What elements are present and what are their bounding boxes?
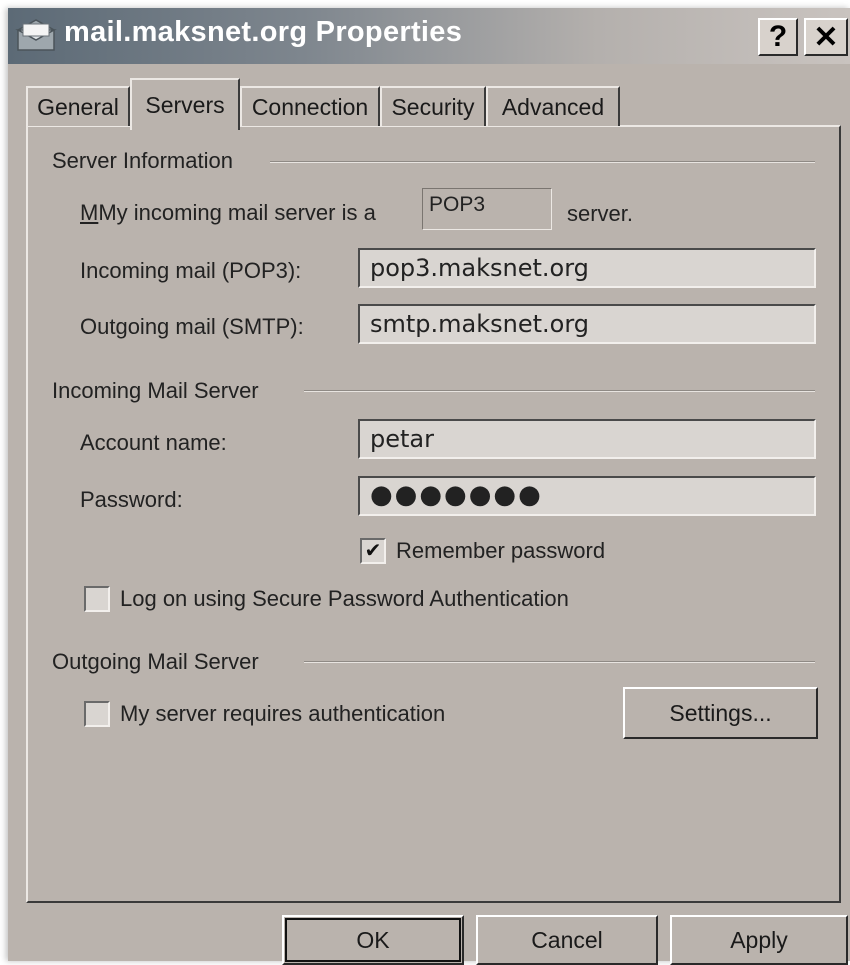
checkmark-icon: ✔: [364, 540, 382, 562]
outgoing-mail-server-heading: Outgoing Mail Server: [52, 649, 259, 674]
tab-advanced[interactable]: Advanced: [486, 86, 620, 126]
group-divider: [304, 661, 815, 663]
incoming-mail-label: Incoming mail (POP3):: [80, 258, 302, 283]
outgoing-mail-label: Outgoing mail (SMTP):: [80, 314, 304, 339]
apply-button[interactable]: Apply: [670, 915, 848, 965]
mail-account-icon: [15, 19, 57, 51]
window-title: mail.maksnet.org Properties: [64, 16, 463, 48]
tab-connection[interactable]: Connection: [240, 86, 380, 126]
incoming-type-label: MMy incoming mail server is a: [80, 200, 376, 225]
incoming-mail-field[interactable]: pop3.maksnet.org: [358, 248, 816, 288]
tab-general[interactable]: General: [26, 86, 130, 126]
remember-password-checkbox[interactable]: ✔: [360, 538, 386, 564]
outgoing-mail-field[interactable]: smtp.maksnet.org: [358, 304, 816, 344]
help-button[interactable]: ?: [758, 18, 798, 56]
group-divider: [304, 390, 815, 392]
close-icon: ✕: [813, 20, 839, 54]
spa-label: Log on using Secure Password Authenticat…: [120, 586, 569, 611]
password-label: Password:: [80, 487, 183, 512]
tab-servers[interactable]: Servers: [130, 78, 240, 130]
account-name-field[interactable]: petar: [358, 419, 816, 459]
settings-button[interactable]: Settings...: [623, 687, 818, 739]
ok-button[interactable]: OK: [282, 915, 464, 965]
close-button[interactable]: ✕: [804, 18, 848, 56]
tab-security[interactable]: Security: [380, 86, 486, 126]
requires-auth-label: My server requires authentication: [120, 701, 446, 726]
cancel-button[interactable]: Cancel: [476, 915, 658, 965]
password-field[interactable]: ●●●●●●●: [358, 476, 816, 516]
incoming-type-suffix: server.: [567, 201, 634, 226]
requires-auth-checkbox[interactable]: [84, 701, 110, 727]
title-bar[interactable]: mail.maksnet.org Properties ? ✕: [8, 8, 850, 64]
incoming-server-type-box: POP3: [422, 188, 552, 230]
remember-password-label: Remember password: [396, 538, 606, 563]
spa-checkbox[interactable]: [84, 586, 110, 612]
group-divider: [270, 161, 815, 163]
server-information-heading: Server Information: [52, 148, 233, 173]
account-name-label: Account name:: [80, 430, 227, 455]
incoming-mail-server-heading: Incoming Mail Server: [52, 378, 259, 403]
properties-dialog: mail.maksnet.org Properties ? ✕ General …: [8, 8, 850, 965]
